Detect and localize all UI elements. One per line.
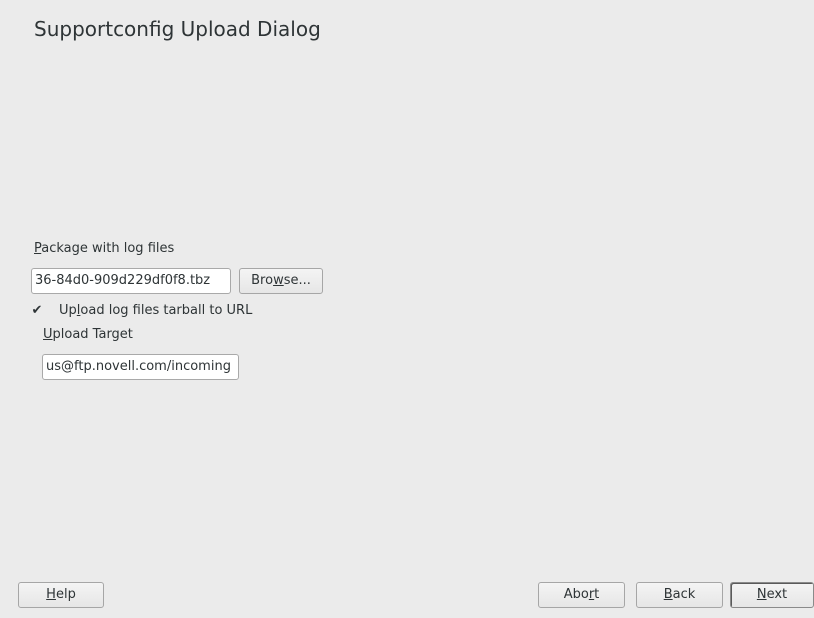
upload-target-input[interactable]: us@ftp.novell.com/incoming <box>42 354 239 380</box>
back-label-post: ack <box>672 587 696 602</box>
upload-target-label-text: pload Target <box>52 327 133 342</box>
upload-target-mnemonic: U <box>43 327 53 342</box>
package-label-text: ackage with log files <box>41 241 175 256</box>
upload-checkbox-label[interactable]: Upload log files tarball to URL <box>59 303 252 318</box>
next-label-post: ext <box>766 587 788 602</box>
upload-label-pre: Up <box>59 303 77 318</box>
browse-label-pre: Bro <box>251 273 274 288</box>
abort-label-post: t <box>594 587 600 602</box>
help-mnemonic: H <box>46 587 56 602</box>
help-label-post: elp <box>55 587 76 602</box>
next-mnemonic: N <box>756 587 767 602</box>
abort-label-pre: Abo <box>563 587 589 602</box>
upload-label-post: oad log files tarball to URL <box>80 303 253 318</box>
package-label: Package with log files <box>34 241 174 256</box>
abort-button[interactable]: Abort <box>538 582 625 608</box>
help-button[interactable]: Help <box>18 582 104 608</box>
upload-target-value: us@ftp.novell.com/incoming <box>46 359 231 374</box>
back-button[interactable]: Back <box>636 582 723 608</box>
browse-label-mnemonic: w <box>273 273 284 288</box>
dialog-title: Supportconfig Upload Dialog <box>34 17 321 41</box>
package-path-value: 36-84d0-909d229df0f8.tbz <box>35 273 211 288</box>
browse-button[interactable]: Browse... <box>239 268 323 294</box>
upload-target-label: Upload Target <box>43 327 133 342</box>
package-path-input[interactable]: 36-84d0-909d229df0f8.tbz <box>31 268 231 294</box>
supportconfig-dialog: Supportconfig Upload Dialog Package with… <box>0 0 814 618</box>
back-mnemonic: B <box>663 587 673 602</box>
next-button[interactable]: Next <box>730 582 814 608</box>
upload-checkbox[interactable]: ✔ <box>30 304 44 318</box>
browse-label-post: se... <box>283 273 311 288</box>
